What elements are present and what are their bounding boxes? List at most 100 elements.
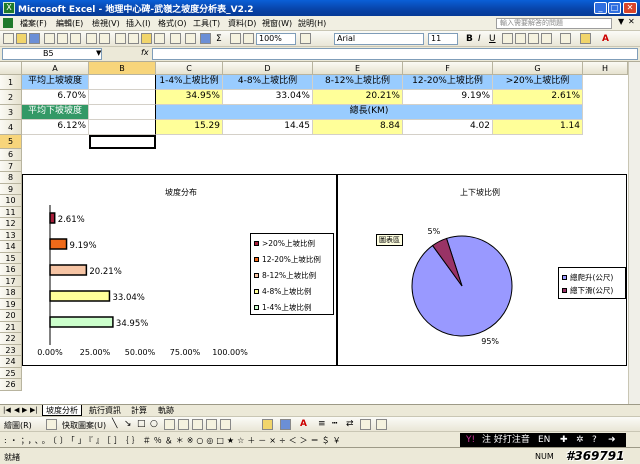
cell-b1[interactable] [89, 75, 156, 90]
cell-b2[interactable] [89, 90, 156, 105]
bar-chart-legend[interactable]: >20%上坡比例 12-20%上坡比例 8-12%上坡比例 4-8%上坡比例 1-4%上… [250, 233, 334, 315]
row-header-13[interactable]: 13 [0, 229, 22, 241]
ime-language[interactable]: EN [538, 433, 550, 447]
arrow-style-icon[interactable]: ⇄ [346, 419, 354, 429]
yahoo-icon[interactable]: Y! [466, 433, 475, 447]
cell-c1[interactable]: 1-4%上坡比例 [156, 75, 223, 90]
cell-f2[interactable]: 9.19% [403, 90, 493, 105]
menu-view[interactable]: 檢視(V) [92, 18, 120, 29]
tab-nav-info[interactable]: 航行資訊 [86, 405, 124, 416]
select-all-corner[interactable] [0, 62, 22, 75]
row-header-9[interactable]: 9 [0, 183, 22, 195]
row-header-21[interactable]: 21 [0, 321, 22, 333]
vertical-scrollbar[interactable] [628, 62, 640, 404]
wordart-icon[interactable] [178, 419, 189, 430]
worksheet-grid[interactable]: A B C D E F G H 1 2 3 4 5 6 7 8 9 10 11 12 13 14 15 16 1… [0, 62, 628, 404]
cell-a2[interactable]: 6.70% [22, 90, 89, 105]
open-file-icon[interactable] [16, 33, 27, 44]
cell-e2[interactable]: 20.21% [313, 90, 403, 105]
cell-g2[interactable]: 2.61% [493, 90, 583, 105]
font-size-combo[interactable]: 11 [428, 33, 458, 45]
name-box-dropdown-icon[interactable]: ▼ [96, 49, 101, 57]
copy-icon[interactable] [128, 33, 139, 44]
merge-center-icon[interactable] [541, 33, 552, 44]
last-sheet-icon[interactable]: ▶| [30, 406, 38, 414]
3d-icon[interactable] [376, 419, 387, 430]
autoshapes-button[interactable]: 快取圖案(U) [62, 420, 106, 431]
column-header-c[interactable]: C [156, 62, 223, 75]
fill-color-draw-icon[interactable] [262, 419, 273, 430]
row-header-10[interactable]: 10 [0, 195, 22, 207]
cut-icon[interactable] [115, 33, 126, 44]
row-header-22[interactable]: 22 [0, 333, 22, 345]
cell-d4[interactable]: 14.45 [223, 120, 313, 135]
bar-chart[interactable]: 坡度分布 2.61% 9.19% 20.21% 33.04% 34.95% 0.00% 25… [22, 174, 337, 366]
cell-g4[interactable]: 1.14 [493, 120, 583, 135]
align-right-icon[interactable] [528, 33, 539, 44]
row-header-4[interactable]: 4 [0, 120, 22, 135]
textbox-icon[interactable] [164, 419, 175, 430]
cell-e4[interactable]: 8.84 [313, 120, 403, 135]
italic-button[interactable]: I [478, 33, 481, 45]
column-header-a[interactable]: A [22, 62, 89, 75]
column-header-h[interactable]: H [583, 62, 628, 75]
excel-app-icon[interactable]: X [3, 2, 15, 14]
cell-a3[interactable]: 平均下坡坡度 [22, 105, 89, 120]
row-header-24[interactable]: 24 [0, 356, 22, 368]
row-header-25[interactable]: 25 [0, 367, 22, 379]
cell-a1[interactable]: 平均上坡坡度 [22, 75, 89, 90]
zoom-combo[interactable]: 100% [256, 33, 296, 45]
name-box[interactable]: B5 [2, 48, 102, 60]
cell-g1[interactable]: >20%上坡比例 [493, 75, 583, 90]
cell-c2[interactable]: 34.95% [156, 90, 223, 105]
new-file-icon[interactable] [3, 33, 14, 44]
cell-b3[interactable] [89, 105, 156, 120]
diagram-icon[interactable] [192, 419, 203, 430]
row-header-20[interactable]: 20 [0, 310, 22, 322]
row-header-2[interactable]: 2 [0, 90, 22, 105]
chart-wizard-icon[interactable] [243, 33, 254, 44]
maximize-button[interactable]: □ [608, 2, 621, 14]
font-color-draw-icon[interactable]: A [300, 418, 307, 430]
autosum-icon[interactable]: Σ [216, 33, 222, 45]
pie-chart-legend[interactable]: 總爬升(公尺) 總下滑(公尺) [558, 267, 626, 299]
pie-chart[interactable]: 上下坡比例 圖表區 95% 5% 總爬升(公尺) 總下滑(公尺) [337, 174, 627, 366]
menu-format[interactable]: 格式(O) [158, 18, 187, 29]
row-header-23[interactable]: 23 [0, 344, 22, 356]
cell-d1[interactable]: 4-8%上坡比例 [223, 75, 313, 90]
cell-a4[interactable]: 6.12% [22, 120, 89, 135]
tab-calc[interactable]: 計算 [128, 405, 150, 416]
menu-window[interactable]: 視窗(W) [262, 18, 292, 29]
column-header-f[interactable]: F [403, 62, 493, 75]
line-style-icon[interactable]: ≡ [318, 419, 326, 429]
draw-menu-button[interactable]: 繪圖(R) [4, 420, 32, 431]
line-color-icon[interactable] [280, 419, 291, 430]
row-header-12[interactable]: 12 [0, 218, 22, 230]
sort-asc-icon[interactable] [230, 33, 241, 44]
select-objects-icon[interactable] [46, 419, 57, 430]
row-header-11[interactable]: 11 [0, 206, 22, 218]
rectangle-icon[interactable]: □ [137, 419, 146, 429]
underline-button[interactable]: U [489, 33, 496, 45]
ime-help-icon[interactable]: ? [592, 433, 597, 447]
row-header-17[interactable]: 17 [0, 275, 22, 287]
first-sheet-icon[interactable]: |◀ [3, 406, 11, 414]
formula-input[interactable] [152, 48, 638, 60]
save-icon[interactable] [29, 33, 40, 44]
symbol-list[interactable]: :・；，、。〔〕「」『』［］｛｝＃％＆＊※○◎□★☆＋－×÷＜＞＝＄￥ [4, 435, 456, 446]
cell-e1[interactable]: 8-12%上坡比例 [313, 75, 403, 90]
tab-slope-analysis[interactable]: 坡度分析 [42, 405, 82, 416]
row-header-14[interactable]: 14 [0, 241, 22, 253]
hyperlink-icon[interactable] [200, 33, 211, 44]
oval-icon[interactable]: ○ [150, 419, 158, 429]
close-button[interactable]: ✕ [623, 2, 637, 14]
next-sheet-icon[interactable]: ▶ [22, 406, 27, 414]
row-header-19[interactable]: 19 [0, 298, 22, 310]
column-header-e[interactable]: E [313, 62, 403, 75]
row-header-3[interactable]: 3 [0, 105, 22, 120]
font-color-icon[interactable]: A [602, 33, 609, 45]
ime-punct-icon[interactable]: ✲ [576, 433, 584, 447]
workbook-icon[interactable] [3, 18, 13, 28]
bold-button[interactable]: B [466, 33, 473, 45]
menu-data[interactable]: 資料(D) [228, 18, 256, 29]
